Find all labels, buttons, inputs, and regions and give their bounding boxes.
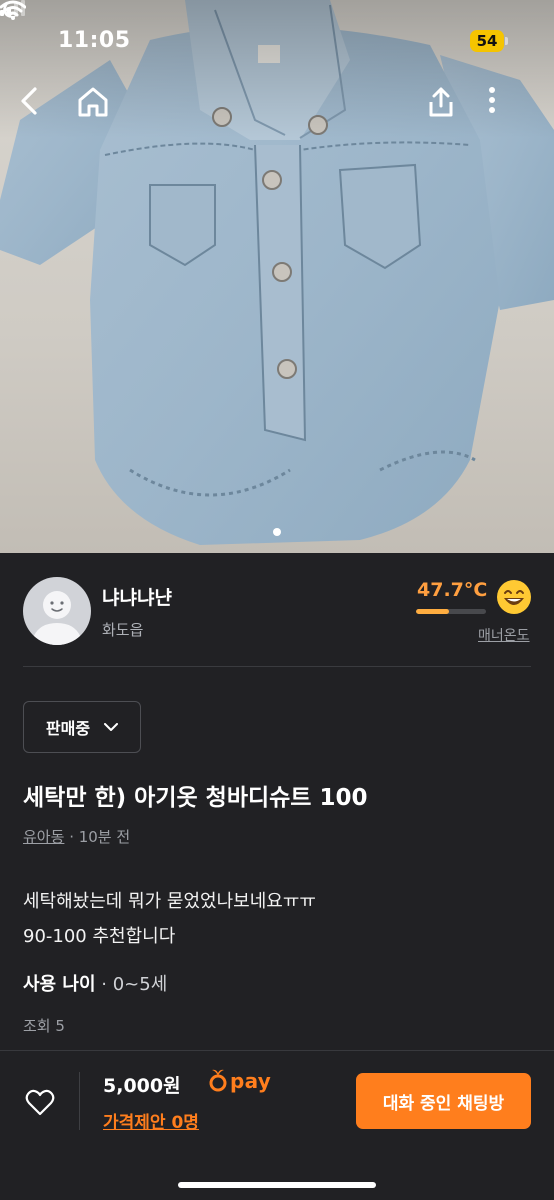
manner-temperature-fill <box>416 609 450 614</box>
pay-badge: pay <box>209 1068 271 1094</box>
home-button[interactable] <box>76 86 120 130</box>
post-description: 세탁해놨는데 뭐가 묻었었나보네요ㅠㅠ 90-100 추천합니다 <box>23 884 316 954</box>
grinning-face-icon <box>497 580 531 614</box>
status-bar: 11:05 54 <box>0 0 554 84</box>
chevron-left-icon <box>21 87 37 115</box>
photo-pagination <box>0 528 554 538</box>
sale-status-label: 판매중 <box>45 719 91 738</box>
share-icon <box>429 87 453 117</box>
price-offer-link[interactable]: 가격제안 0명 <box>103 1108 199 1133</box>
battery-tip <box>505 37 508 45</box>
post-time: · 10분 전 <box>69 828 131 846</box>
chevron-down-icon <box>104 722 119 731</box>
category-link[interactable]: 유아동 <box>23 828 64 846</box>
manner-temperature: 47.7°C <box>417 579 488 601</box>
usage-age-value: 0~5세 <box>112 974 168 995</box>
product-photo[interactable]: 11:05 54 <box>0 0 554 553</box>
divider <box>23 666 531 667</box>
default-avatar-icon <box>31 591 83 645</box>
manner-temperature-bar <box>416 609 486 614</box>
view-count: 조회 5 <box>23 1017 65 1035</box>
avatar[interactable] <box>23 577 91 645</box>
usage-age-label: 사용 나이 <box>23 974 96 995</box>
seller-profile[interactable]: 냐냐냐냔 화도읍 47.7°C 매너온도 <box>0 553 554 666</box>
status-time: 11:05 <box>58 28 131 53</box>
share-button[interactable] <box>426 86 470 130</box>
battery-indicator: 54 <box>470 30 504 52</box>
description-line: 세탁해놨는데 뭐가 묻었었나보네요ㅠㅠ <box>23 891 316 912</box>
seller-name[interactable]: 냐냐냐냔 <box>102 583 172 610</box>
more-vertical-icon <box>489 87 495 113</box>
price: 5,000원 <box>103 1075 181 1097</box>
post-meta: 유아동 · 10분 전 <box>23 826 130 847</box>
post-title: 세탁만 한) 아기옷 청바디슈트 100 <box>23 785 368 811</box>
like-button[interactable] <box>22 1084 58 1120</box>
pagination-dot-active <box>273 528 281 536</box>
pay-label: pay <box>230 1069 272 1093</box>
back-button[interactable] <box>18 86 62 130</box>
usage-age-separator: · <box>101 974 107 995</box>
description-line: 90-100 추천합니다 <box>23 926 176 947</box>
manner-temperature-link[interactable]: 매너온도 <box>478 625 530 645</box>
more-button[interactable] <box>488 86 532 130</box>
chat-room-button[interactable]: 대화 중인 채팅방 <box>356 1073 531 1129</box>
wifi-icon <box>0 0 26 20</box>
vertical-divider <box>79 1072 80 1130</box>
seller-location: 화도읍 <box>102 621 144 639</box>
home-indicator <box>178 1182 376 1188</box>
chat-room-button-label: 대화 중인 채팅방 <box>382 1093 505 1114</box>
heart-icon <box>25 1089 55 1115</box>
usage-age: 사용 나이 · 0~5세 <box>23 970 167 996</box>
carrot-pay-icon <box>209 1069 227 1092</box>
home-icon <box>78 87 108 117</box>
sale-status-dropdown[interactable]: 판매중 <box>23 701 141 753</box>
